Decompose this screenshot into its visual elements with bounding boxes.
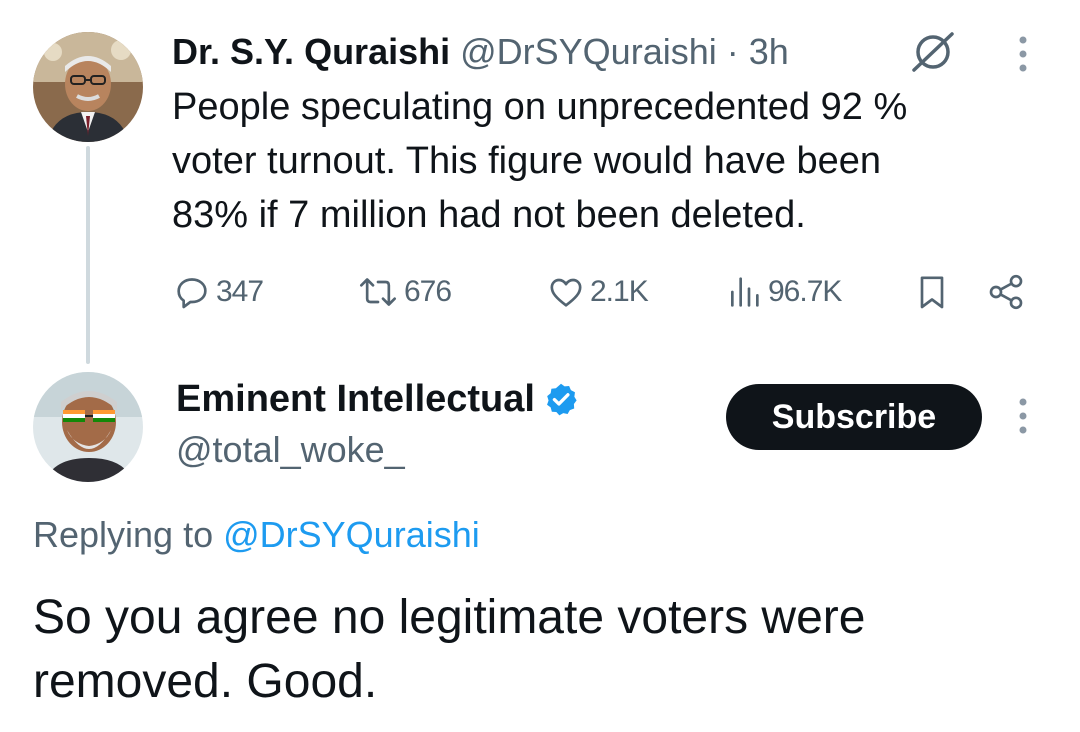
replying-to-line: Replying to @DrSYQuraishi <box>33 512 480 558</box>
views-button[interactable]: 96.7K <box>724 264 842 320</box>
like-button[interactable]: 2.1K <box>546 264 649 320</box>
reply-button[interactable]: 347 <box>172 264 264 320</box>
views-count: 96.7K <box>768 275 842 308</box>
speech-bubble-icon <box>177 278 207 309</box>
author-name[interactable]: Dr. S.Y. Quraishi <box>172 31 450 72</box>
verified-badge-icon[interactable] <box>543 381 579 417</box>
reply-author-row: Eminent Intellectual <box>176 376 579 422</box>
more-options-icon[interactable] <box>1016 34 1030 74</box>
replying-to-label: Replying to <box>33 514 214 555</box>
repost-count: 676 <box>404 275 452 308</box>
author-name[interactable]: Eminent Intellectual <box>176 376 535 422</box>
author-handle[interactable]: @DrSYQuraishi <box>460 31 717 72</box>
bar-chart-icon <box>731 277 759 307</box>
bookmark-icon <box>920 276 944 309</box>
subscribe-button[interactable]: Subscribe <box>726 384 982 450</box>
timestamp[interactable]: 3h <box>749 31 789 72</box>
more-options-icon[interactable] <box>1016 396 1030 436</box>
share-button[interactable] <box>986 264 1026 320</box>
avatar[interactable] <box>33 372 143 482</box>
share-icon <box>989 274 1023 310</box>
repost-button[interactable]: 676 <box>356 264 452 320</box>
tweet-header: Dr. S.Y. Quraishi @DrSYQuraishi · 3h <box>172 30 789 74</box>
reply-tweet-text: So you agree no legitimate voters were r… <box>33 591 866 708</box>
like-count: 2.1K <box>590 275 649 308</box>
tweet-action-bar: 347 676 2.1K 96.7K <box>172 264 1032 320</box>
bookmark-button[interactable] <box>912 264 952 320</box>
separator-dot: · <box>726 31 739 72</box>
grok-icon[interactable] <box>908 30 958 74</box>
tweet-text: People speculating on unprecedented 92 %… <box>172 86 908 236</box>
heart-icon <box>550 278 582 307</box>
thread-connector-line <box>86 146 90 364</box>
replying-to-handle-link[interactable]: @DrSYQuraishi <box>223 514 480 555</box>
author-handle[interactable]: @total_woke_ <box>176 428 405 472</box>
repost-arrows-icon <box>360 278 396 306</box>
avatar[interactable] <box>33 32 143 142</box>
reply-count: 347 <box>216 275 264 308</box>
